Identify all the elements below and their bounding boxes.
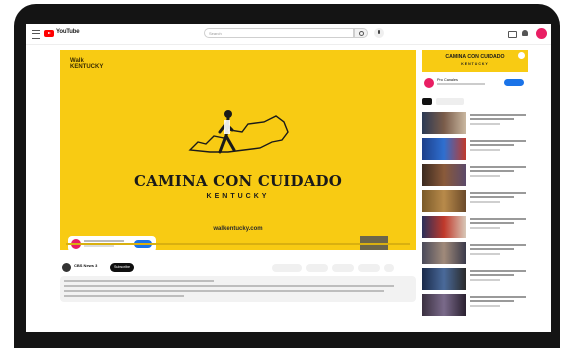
rec-title-line [470,274,514,276]
ad-channel-name: Pro Canales [437,78,458,82]
rec-title-line [470,248,514,250]
progress-bar[interactable] [66,243,410,245]
clip-button[interactable] [358,264,380,272]
recommended-video[interactable] [422,242,550,264]
notifications-bell-icon[interactable] [522,30,528,36]
recommended-video[interactable] [422,190,550,212]
menu-icon[interactable] [32,30,40,39]
state-name: KENTUCKY [206,193,270,200]
rec-title-line [470,270,526,272]
campaign-url: walkentucky.com [213,226,263,232]
video-thumbnail[interactable] [422,268,466,290]
more-options-button[interactable] [384,264,394,272]
channel-avatar[interactable] [62,263,71,272]
subscribe-button[interactable]: Subscribe [110,263,134,272]
rec-title-line [470,166,526,168]
rec-meta-line [470,227,500,229]
rec-title-line [470,196,514,198]
rec-title-line [470,218,526,220]
walk-kentucky-logo: Walk KENTUCKY [70,58,103,70]
rec-meta-line [470,201,500,203]
video-thumbnail[interactable] [422,242,466,264]
youtube-logo-icon[interactable] [44,30,54,37]
rec-meta-line [470,305,500,307]
video-thumbnail[interactable] [422,216,466,238]
recommended-video[interactable] [422,268,550,290]
chip-all[interactable] [422,98,432,105]
logo-bottom-word: KENTUCKY [70,64,104,70]
rec-title-line [470,140,526,142]
walking-person-kentucky-map-icon [188,110,289,154]
description-line [64,280,214,282]
description-box[interactable] [60,276,416,302]
search-input[interactable]: Search [204,28,354,38]
video-thumbnail[interactable] [422,164,466,186]
video-thumbnail[interactable] [422,190,466,212]
card-text-line [84,245,114,247]
video-player[interactable]: Walk KENTUCKY CAMINA CON CUIDADO KENTUCK… [60,50,416,252]
recommended-video[interactable] [422,216,550,238]
search-icon[interactable] [354,28,368,38]
recommended-video[interactable] [422,112,550,134]
recommended-video[interactable] [422,164,550,186]
chip-related[interactable] [436,98,464,105]
card-text-line [84,240,124,242]
description-line [64,290,384,292]
rec-title-line [470,192,526,194]
filter-chips [422,98,528,106]
like-dislike-button[interactable] [272,264,302,272]
create-video-icon[interactable] [508,31,517,38]
video-thumbnail[interactable] [422,294,466,316]
video-thumbnail[interactable] [422,138,466,160]
rec-title-line [470,114,526,116]
recommended-video[interactable] [422,138,550,160]
brand-name[interactable]: YouTube [56,29,80,35]
account-avatar[interactable] [536,28,547,39]
rec-title-line [470,222,514,224]
headline: CAMINA CON CUIDADO [133,172,343,190]
rec-title-line [470,296,526,298]
description-line [64,285,394,287]
share-button[interactable] [306,264,328,272]
download-button[interactable] [332,264,354,272]
top-bar: YouTube Search [26,24,551,45]
rec-meta-line [470,253,500,255]
rec-title-line [470,118,514,120]
rec-meta-line [470,123,500,125]
rec-meta-line [470,175,500,177]
rec-title-line [470,300,514,302]
ad-cta-button[interactable] [504,79,524,86]
ad-meta-line [437,83,485,85]
description-line [64,295,184,297]
sidebar-ad-info[interactable]: Pro Canales [422,76,528,90]
video-thumbnail[interactable] [422,112,466,134]
ad-headline: CAMINA CON CUIDADO [445,54,505,60]
ad-state: KENTUCKY [461,62,489,66]
recommended-video[interactable] [422,294,550,316]
sidebar-ad-banner[interactable]: CAMINA CON CUIDADO KENTUCKY [422,50,528,72]
close-icon[interactable] [518,52,525,59]
ad-avatar [424,78,434,88]
rec-meta-line [470,279,500,281]
channel-name[interactable]: CBS News 3 [74,263,97,268]
rec-title-line [470,170,514,172]
browser-screen: YouTube Search Walk KENTUCKY CAMINA CON … [26,24,551,332]
rec-meta-line [470,149,500,151]
microphone-icon[interactable] [374,28,384,38]
rec-title-line [470,144,514,146]
rec-title-line [470,244,526,246]
